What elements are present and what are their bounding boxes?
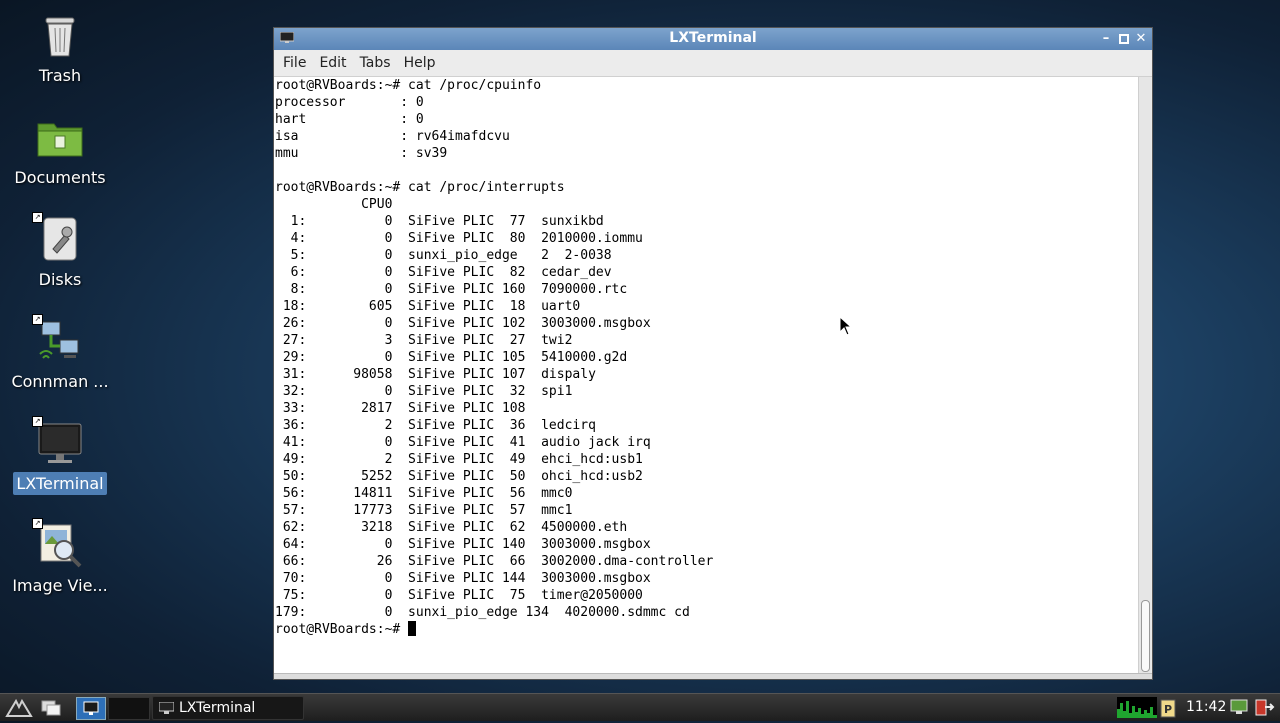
window-title: LXTerminal	[669, 30, 757, 46]
terminal-line: mmu : sv39	[275, 146, 448, 161]
desktop-icon-label: LXTerminal	[13, 472, 107, 495]
svg-text:P: P	[1164, 703, 1172, 716]
desktop-icon-documents[interactable]: Documents	[1, 114, 119, 193]
network-icon: ↗	[32, 314, 84, 366]
terminal-line: 31: 98058 SiFive PLIC 107 dispaly	[282, 367, 596, 382]
shortcut-arrow-icon: ↗	[32, 314, 43, 325]
menu-edit[interactable]: Edit	[314, 55, 351, 71]
desktop-icon-image-viewer[interactable]: ↗ Image Vie...	[1, 518, 119, 601]
workspace-1[interactable]	[76, 697, 106, 720]
menu-tabs[interactable]: Tabs	[355, 55, 396, 71]
terminal-line: 56: 14811 SiFive PLIC 56 mmc0	[282, 486, 573, 501]
terminal-line: 36: 2 SiFive PLIC 36 ledcirq	[282, 418, 596, 433]
vertical-scrollbar[interactable]	[1138, 77, 1151, 674]
desktop-icon-label: Connman ...	[11, 372, 109, 391]
task-label: LXTerminal	[179, 700, 256, 716]
shortcut-arrow-icon: ↗	[32, 518, 43, 529]
terminal-line: 18: 605 SiFive PLIC 18 uart0	[282, 299, 581, 314]
terminal-line: 29: 0 SiFive PLIC 105 5410000.g2d	[282, 350, 628, 365]
terminal-output[interactable]: root@RVBoards:~# cat /proc/cpuinfo proce…	[274, 77, 1140, 674]
terminal-line: 66: 26 SiFive PLIC 66 3002000.dma-contro…	[282, 554, 714, 569]
shortcut-arrow-icon: ↗	[32, 416, 43, 427]
terminal-line: 27: 3 SiFive PLIC 27 twi2	[282, 333, 573, 348]
scrollbar-thumb[interactable]	[1141, 600, 1150, 672]
desktop-icon-connman[interactable]: ↗ Connman ...	[1, 314, 119, 397]
logout-icon	[1255, 699, 1275, 716]
maximize-icon	[1119, 34, 1129, 44]
monitor-icon	[83, 701, 99, 715]
terminal-lines: root@RVBoards:~# cat /proc/cpuinfo proce…	[275, 78, 713, 620]
app-menu-icon	[5, 698, 33, 717]
desktop-icon-label: Image Vie...	[12, 576, 108, 595]
logout-button[interactable]	[1253, 697, 1275, 718]
terminal-line: 33: 2817 SiFive PLIC 108	[282, 401, 526, 416]
terminal-line: 5: 0 sunxi_pio_edge 2 2-0038	[290, 248, 612, 263]
window-titlebar[interactable]: LXTerminal – ✕	[274, 28, 1152, 50]
terminal-line: 4: 0 SiFive PLIC 80 2010000.iommu	[290, 231, 643, 246]
image-viewer-icon: ↗	[32, 518, 84, 570]
show-desktop-button[interactable]	[40, 697, 62, 718]
desktop-icon-label: Documents	[14, 168, 106, 187]
terminal-line: 179: 0 sunxi_pio_edge 134 4020000.sdmmc …	[275, 605, 690, 620]
terminal-line: 1: 0 SiFive PLIC 77 sunxikbd	[290, 214, 604, 229]
desktop-icon-label: Trash	[38, 66, 82, 85]
terminal-icon	[159, 702, 174, 714]
menu-button[interactable]	[4, 697, 34, 718]
terminal-line: CPU0	[361, 197, 393, 212]
desktop-icon-lxterminal[interactable]: ↗ LXTerminal	[1, 416, 119, 499]
terminal-line: 6: 0 SiFive PLIC 82 cedar_dev	[290, 265, 612, 280]
menu-help[interactable]: Help	[399, 55, 441, 71]
terminal-prompt: root@RVBoards:~#	[275, 622, 409, 637]
terminal-line: 32: 0 SiFive PLIC 32 spi1	[282, 384, 573, 399]
terminal-line: 57: 17773 SiFive PLIC 57 mmc1	[282, 503, 573, 518]
desktop-icon-trash[interactable]: Trash	[1, 12, 119, 91]
cpu-graph-icon	[1117, 701, 1157, 718]
taskbar: LXTerminal P 11:42	[0, 693, 1280, 721]
menu-bar: File Edit Tabs Help	[274, 50, 1152, 77]
terminal-line: root@RVBoards:~# cat /proc/cpuinfo	[275, 78, 542, 93]
terminal-window[interactable]: LXTerminal – ✕ File Edit Tabs Help root@…	[273, 27, 1153, 680]
terminal-line: 8: 0 SiFive PLIC 160 7090000.rtc	[290, 282, 628, 297]
network-tray-button[interactable]	[1229, 697, 1249, 718]
terminal-line: 75: 0 SiFive PLIC 75 timer@2050000	[282, 588, 643, 603]
monitor-icon: ↗	[32, 416, 84, 468]
window-bottom-edge	[274, 673, 1152, 679]
terminal-line: processor : 0	[275, 95, 424, 110]
desktop-icon-disks[interactable]: ↗ Disks	[1, 212, 119, 295]
minimize-button[interactable]: –	[1098, 31, 1114, 47]
close-button[interactable]: ✕	[1133, 31, 1149, 47]
clipboard-icon: P	[1160, 699, 1176, 718]
clipboard-tray-button[interactable]: P	[1159, 697, 1177, 718]
desktop-icon-label: Disks	[38, 270, 82, 289]
terminal-line: 50: 5252 SiFive PLIC 50 ohci_hcd:usb2	[282, 469, 643, 484]
menu-file[interactable]: File	[278, 55, 311, 71]
workspace-2[interactable]	[108, 697, 150, 720]
network-monitor-icon	[1230, 699, 1248, 714]
text-cursor	[408, 621, 417, 636]
taskbar-task-lxterminal[interactable]: LXTerminal	[152, 696, 304, 720]
shortcut-arrow-icon: ↗	[32, 212, 43, 223]
mouse-pointer-icon	[839, 316, 851, 336]
clock[interactable]: 11:42	[1186, 699, 1226, 715]
terminal-line: 26: 0 SiFive PLIC 102 3003000.msgbox	[282, 316, 651, 331]
terminal-line: hart : 0	[275, 112, 424, 127]
terminal-line: root@RVBoards:~# cat /proc/interrupts	[275, 180, 565, 195]
trash-icon	[36, 12, 84, 60]
terminal-line: 41: 0 SiFive PLIC 41 audio jack irq	[282, 435, 651, 450]
folder-icon	[36, 114, 84, 162]
disks-icon: ↗	[32, 212, 84, 264]
cpu-monitor[interactable]	[1117, 697, 1157, 718]
terminal-line: 64: 0 SiFive PLIC 140 3003000.msgbox	[282, 537, 651, 552]
windows-icon	[41, 700, 61, 716]
maximize-button[interactable]	[1116, 31, 1132, 47]
terminal-line: 62: 3218 SiFive PLIC 62 4500000.eth	[282, 520, 628, 535]
terminal-line: isa : rv64imafdcvu	[275, 129, 510, 144]
terminal-line: 70: 0 SiFive PLIC 144 3003000.msgbox	[282, 571, 651, 586]
terminal-line: 49: 2 SiFive PLIC 49 ehci_hcd:usb1	[282, 452, 643, 467]
